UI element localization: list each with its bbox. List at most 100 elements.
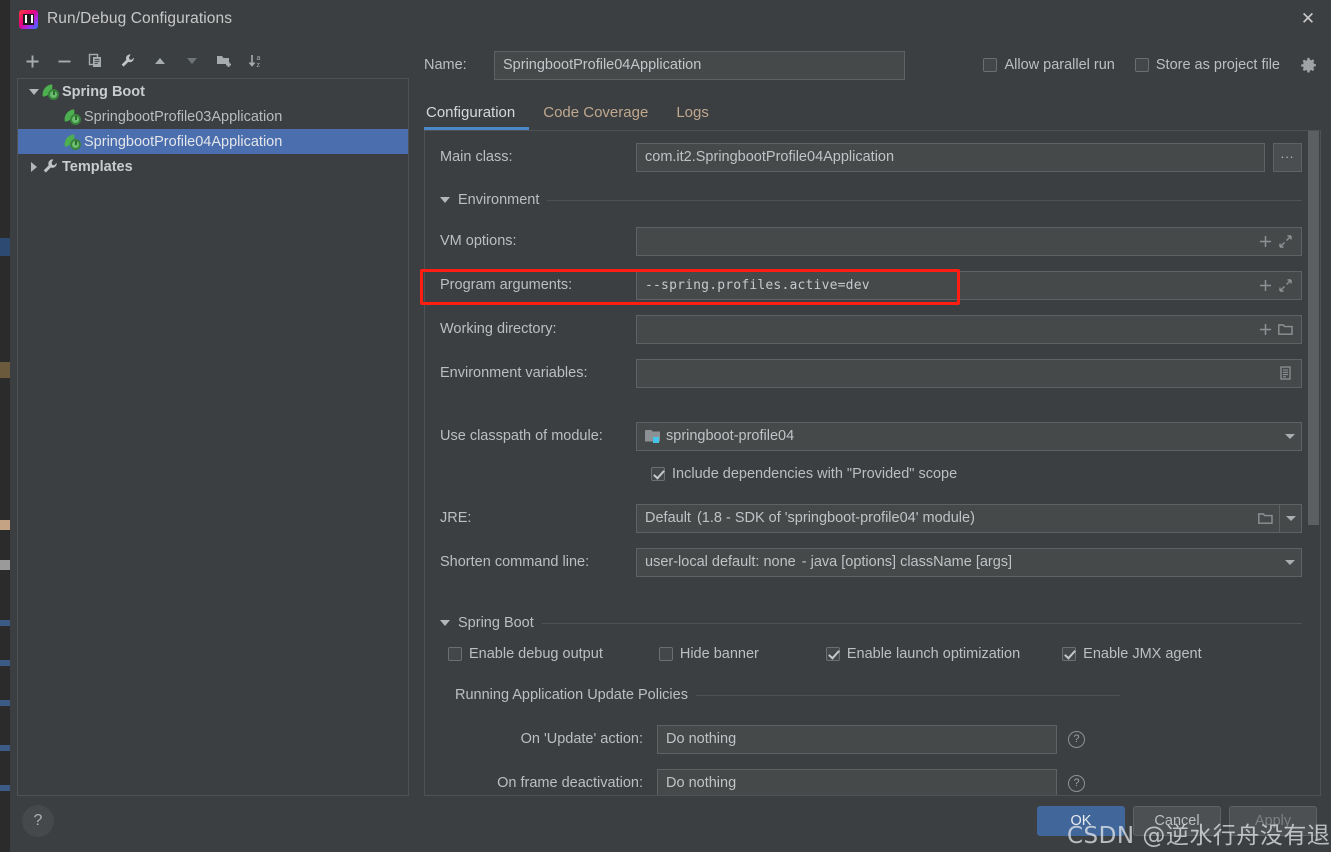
main-class-input[interactable]: com.it2.SpringbootProfile04Application <box>636 142 1265 172</box>
main-class-value: com.it2.SpringbootProfile04Application <box>645 149 895 165</box>
configuration-panel: Main class: com.it2.SpringbootProfile04A… <box>424 130 1321 796</box>
plus-icon[interactable] <box>17 48 47 74</box>
folder-add-icon[interactable] <box>209 48 239 74</box>
help-icon[interactable]: ? <box>1068 730 1085 748</box>
include-provided-scope-checkbox[interactable]: Include dependencies with "Provided" sco… <box>651 466 957 482</box>
plus-icon[interactable] <box>1255 319 1275 339</box>
expand-icon[interactable] <box>1275 275 1295 295</box>
allow-parallel-run-label: Allow parallel run <box>1004 57 1115 73</box>
name-label: Name: <box>424 57 467 73</box>
hide-banner-checkbox[interactable]: Hide banner <box>658 646 759 662</box>
cancel-button[interactable]: Cancel <box>1133 806 1221 836</box>
update-policies-title: Running Application Update Policies <box>455 687 688 703</box>
tree-node-label: SpringbootProfile03Application <box>84 108 283 125</box>
jre-value-detail: (1.8 - SDK of 'springboot-profile04' mod… <box>696 510 975 526</box>
tree-node-springboot-profile03[interactable]: SpringbootProfile03Application <box>18 104 408 129</box>
include-provided-row: Include dependencies with "Provided" sco… <box>425 459 1320 489</box>
on-update-action-dropdown[interactable]: Do nothing <box>657 724 1057 754</box>
dialog-buttons: OK Cancel Apply <box>1037 806 1317 836</box>
use-classpath-dropdown[interactable]: springboot-profile04 <box>636 421 1302 451</box>
main-class-row: Main class: com.it2.SpringbootProfile04A… <box>425 142 1320 172</box>
chevron-right-icon[interactable] <box>26 159 42 175</box>
enable-launch-optimization-checkbox[interactable]: Enable launch optimization <box>825 646 1021 662</box>
folder-icon[interactable] <box>1255 508 1275 528</box>
list-icon[interactable] <box>1275 363 1295 383</box>
ok-button[interactable]: OK <box>1037 806 1125 836</box>
chevron-down-icon[interactable] <box>1279 433 1301 439</box>
on-update-action-row: On 'Update' action: Do nothing ? <box>425 717 1320 761</box>
shorten-command-line-value: user-local default: none <box>645 554 796 570</box>
chevron-down-icon[interactable] <box>26 84 42 100</box>
enable-jmx-agent-checkbox[interactable]: Enable JMX agent <box>1062 646 1202 662</box>
chevron-down-icon[interactable] <box>1279 559 1301 565</box>
checkbox-box <box>1062 647 1077 661</box>
main-class-label: Main class: <box>440 149 513 165</box>
program-arguments-input[interactable]: --spring.profiles.active=dev <box>636 270 1302 300</box>
environment-variables-input[interactable] <box>636 358 1302 388</box>
hide-banner-label: Hide banner <box>679 646 759 662</box>
help-button[interactable]: ? <box>22 805 54 837</box>
store-as-project-file-label: Store as project file <box>1155 57 1280 73</box>
minus-icon[interactable] <box>49 48 79 74</box>
gear-icon[interactable] <box>1300 57 1317 74</box>
tree-node-label: Templates <box>62 158 133 175</box>
shorten-command-line-label: Shorten command line: <box>440 554 590 570</box>
jre-value: Default <box>645 510 691 526</box>
on-frame-deactivation-dropdown[interactable]: Do nothing <box>657 768 1057 795</box>
expand-icon[interactable] <box>1275 231 1295 251</box>
header-options: Allow parallel run Store as project file <box>983 46 1321 84</box>
background-editor-strip <box>0 0 10 852</box>
sort-az-icon[interactable]: a z <box>241 48 271 74</box>
vm-options-input[interactable] <box>636 226 1302 256</box>
checkbox-box <box>448 647 462 661</box>
allow-parallel-run-checkbox[interactable]: Allow parallel run <box>983 57 1115 73</box>
arrow-down-icon[interactable] <box>177 48 207 74</box>
configurations-toolbar: a z <box>17 46 409 76</box>
copy-icon[interactable] <box>81 48 111 74</box>
chevron-down-icon[interactable] <box>440 197 450 203</box>
tab-code-coverage[interactable]: Code Coverage <box>529 104 662 130</box>
store-as-project-file-checkbox[interactable]: Store as project file <box>1134 57 1280 73</box>
svg-text:a: a <box>256 55 260 62</box>
arrow-up-icon[interactable] <box>145 48 175 74</box>
working-directory-label: Working directory: <box>440 321 557 337</box>
tree-node-templates[interactable]: Templates <box>18 154 408 179</box>
working-directory-input[interactable] <box>636 314 1302 344</box>
checkbox-box <box>658 647 673 661</box>
working-directory-row: Working directory: <box>425 314 1320 344</box>
enable-jmx-agent-label: Enable JMX agent <box>1083 646 1202 662</box>
folder-icon[interactable] <box>1275 319 1295 339</box>
wrench-icon[interactable] <box>113 48 143 74</box>
checkbox-box <box>1134 58 1149 72</box>
spring-boot-icon <box>63 108 81 125</box>
tab-logs[interactable]: Logs <box>662 104 723 130</box>
program-arguments-value: --spring.profiles.active=dev <box>645 277 870 293</box>
tab-configuration[interactable]: Configuration <box>424 104 530 130</box>
plus-icon[interactable] <box>1255 231 1275 251</box>
include-provided-scope-label: Include dependencies with "Provided" sco… <box>672 466 958 482</box>
close-icon[interactable]: ✕ <box>1285 0 1331 38</box>
module-icon <box>645 429 660 443</box>
tree-node-spring-boot[interactable]: Spring Boot <box>18 79 408 104</box>
shorten-command-line-dropdown[interactable]: user-local default: none - java [options… <box>636 547 1302 577</box>
tree-node-label: SpringbootProfile04Application <box>84 133 283 150</box>
configurations-tree[interactable]: Spring Boot SpringbootProfile03Applicati… <box>17 78 409 796</box>
vm-options-row: VM options: <box>425 226 1320 256</box>
environment-variables-row: Environment variables: <box>425 358 1320 388</box>
enable-debug-output-checkbox[interactable]: Enable debug output <box>448 646 603 662</box>
apply-button[interactable]: Apply <box>1229 806 1317 836</box>
tree-node-springboot-profile04[interactable]: SpringbootProfile04Application <box>18 129 408 154</box>
chevron-down-icon[interactable] <box>1279 504 1301 532</box>
jre-dropdown[interactable]: Default (1.8 - SDK of 'springboot-profil… <box>636 503 1302 533</box>
enable-launch-optimization-label: Enable launch optimization <box>846 646 1021 662</box>
title-bar: Run/Debug Configurations ✕ <box>10 0 1331 38</box>
enable-debug-output-label: Enable debug output <box>469 646 603 662</box>
plus-icon[interactable] <box>1255 275 1275 295</box>
checkbox-box <box>651 467 665 481</box>
help-icon[interactable]: ? <box>1068 774 1085 792</box>
chevron-down-icon[interactable] <box>440 620 450 626</box>
tree-node-label: Spring Boot <box>62 83 145 100</box>
browse-main-class-button[interactable]: ... <box>1273 142 1302 172</box>
spring-boot-section-header: Spring Boot <box>425 609 1320 637</box>
name-input[interactable] <box>494 50 905 80</box>
